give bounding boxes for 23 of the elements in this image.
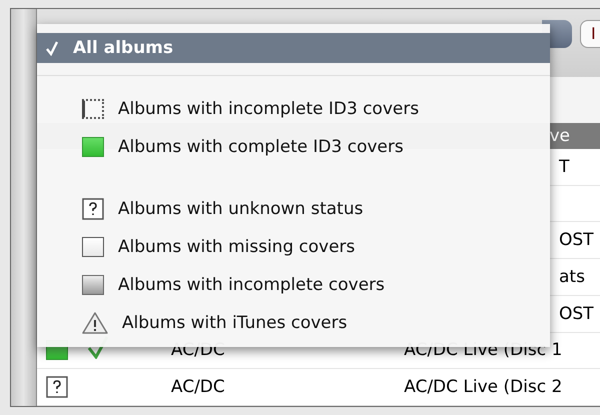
album-cell: ats bbox=[559, 267, 585, 288]
shaded-square-icon bbox=[82, 275, 104, 295]
question-square-icon bbox=[46, 376, 68, 398]
menu-item[interactable]: Albums with iTunes covers bbox=[37, 304, 550, 342]
warning-icon bbox=[82, 312, 108, 334]
album-cell: OST bbox=[559, 230, 594, 250]
album-cell: T bbox=[559, 156, 570, 177]
album-cell: OST bbox=[559, 304, 594, 324]
menu-item[interactable]: Albums with complete ID3 covers bbox=[37, 128, 550, 166]
artist-cell-text: AC/DC bbox=[171, 377, 226, 398]
dotted-square-icon bbox=[82, 99, 104, 119]
filled-square-icon bbox=[82, 137, 104, 157]
artist-cell-text: AC/DC bbox=[171, 340, 226, 360]
toolbar-button[interactable]: I bbox=[580, 20, 600, 48]
empty-square-icon bbox=[82, 237, 104, 257]
menu-item[interactable]: Albums with incomplete ID3 covers bbox=[37, 90, 550, 128]
album-cell: AC/DC Live (Disc 2 bbox=[404, 377, 562, 398]
album-cell: AC/DC Live (Disc 1 bbox=[404, 340, 562, 360]
menu-item[interactable]: Albums with missing covers bbox=[37, 228, 550, 266]
menu-item[interactable]: Albums with unknown status bbox=[37, 190, 550, 228]
menu-item[interactable]: Albums with incomplete covers bbox=[37, 266, 550, 304]
menu-item[interactable]: All albums bbox=[37, 33, 550, 63]
question-square-icon bbox=[82, 198, 104, 220]
